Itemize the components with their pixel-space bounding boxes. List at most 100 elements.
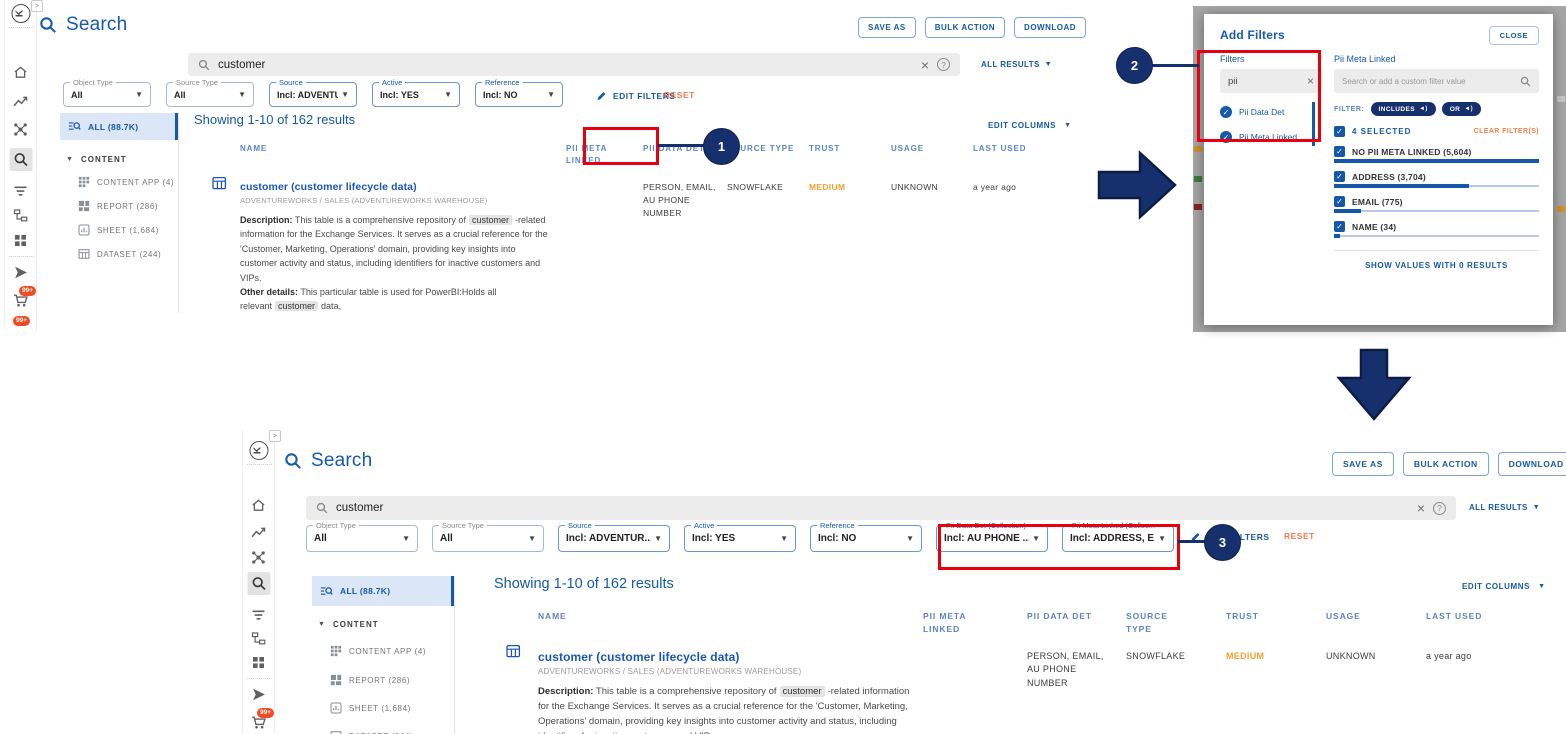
lineage-icon[interactable] <box>13 121 29 137</box>
sidebar-group-content[interactable]: ▼CONTENT <box>318 620 379 629</box>
sidebar-item-report[interactable]: REPORT (286) <box>330 674 410 686</box>
search-icon <box>316 502 328 514</box>
search-icon <box>1520 76 1531 87</box>
search-input[interactable]: customer × ? <box>306 496 1456 520</box>
filter-reference[interactable]: ReferenceIncl: NO▼ <box>475 82 563 107</box>
clear-filters-link[interactable]: CLEAR FILTER(S) <box>1474 128 1539 135</box>
filter-object-type[interactable]: Object TypeAll▼ <box>63 82 151 107</box>
close-button[interactable]: CLOSE <box>1489 26 1539 45</box>
search-nav-icon[interactable] <box>247 572 270 595</box>
step2-connector-line <box>1152 64 1199 67</box>
checkbox-icon[interactable]: ✓ <box>1334 171 1345 182</box>
all-results-dropdown[interactable]: ALL RESULTS▼ <box>1469 503 1540 512</box>
reset-filters-button[interactable]: RESET <box>664 90 695 100</box>
apps-grid-icon[interactable] <box>251 654 267 670</box>
reset-filters-button[interactable]: RESET <box>1284 531 1315 541</box>
apps-grid-icon[interactable] <box>13 232 29 248</box>
results-count: Showing 1-10 of 162 results <box>494 576 674 592</box>
search-icon <box>198 59 210 71</box>
filter-source-type[interactable]: Source TypeAll▼ <box>432 525 544 552</box>
cell-pii-data-det: PERSON, EMAIL, AU PHONE NUMBER <box>643 181 727 314</box>
rail-divider <box>9 256 34 257</box>
column-header-trust: TRUST <box>1226 610 1296 650</box>
result-link[interactable]: customer (customer lifecycle data) <box>240 181 566 193</box>
hierarchy-icon[interactable] <box>251 630 267 646</box>
app-logo: K <box>11 4 30 23</box>
save-as-button[interactable]: SAVE AS <box>858 17 916 38</box>
value-bar <box>1334 235 1539 237</box>
rail-divider <box>9 27 34 28</box>
filter-object-type[interactable]: Object TypeAll▼ <box>306 525 418 552</box>
app-icon-rail: K > 99+ 99+ <box>242 430 275 734</box>
filter-nav-icon[interactable] <box>251 606 267 622</box>
lineage-icon[interactable] <box>251 549 267 565</box>
expand-rail-button[interactable]: > <box>31 0 43 12</box>
search-nav-icon[interactable] <box>9 148 32 171</box>
value-bar <box>1334 210 1539 212</box>
chevron-down-icon: ▼ <box>780 534 788 543</box>
search-input[interactable]: customer × ? <box>188 53 960 76</box>
filter-source-type[interactable]: Source TypeAll▼ <box>166 82 254 107</box>
sidebar-item-all[interactable]: ALL (88.7K) <box>60 113 179 140</box>
sheet-icon <box>78 224 90 236</box>
sidebar-item-report[interactable]: REPORT (286) <box>78 200 158 212</box>
trending-icon[interactable] <box>251 524 267 540</box>
checkbox-icon[interactable]: ✓ <box>1334 221 1345 232</box>
filter-source[interactable]: SourceIncl: ADVENTUR...▼ <box>558 525 670 552</box>
download-button[interactable]: DOWNLOAD <box>1498 452 1566 476</box>
sidebar-item-content-app[interactable]: CONTENT APP (4) <box>78 176 174 188</box>
save-as-button[interactable]: SAVE AS <box>1332 452 1394 476</box>
sidebar-group-content[interactable]: ▼CONTENT <box>66 155 127 164</box>
backdrop-fragment <box>1557 206 1565 212</box>
modal-values-panel: Pii Meta Linked Search or add a custom f… <box>1334 54 1539 270</box>
toggle-icon: ◄) <box>1419 106 1428 112</box>
filter-active[interactable]: ActiveIncl: YES▼ <box>372 82 460 107</box>
filter-nav-icon[interactable] <box>13 182 29 198</box>
sidebar-item-all[interactable]: ALL (88.7K) <box>312 576 455 606</box>
chevron-down-icon: ▼ <box>341 90 349 99</box>
clear-search-icon[interactable]: × <box>1417 501 1425 515</box>
home-icon[interactable] <box>251 497 267 513</box>
or-toggle[interactable]: OR◄) <box>1442 102 1481 116</box>
trending-icon[interactable] <box>13 93 29 109</box>
checkbox-icon[interactable]: ✓ <box>1334 196 1345 207</box>
hierarchy-icon[interactable] <box>13 207 29 223</box>
filter-active[interactable]: ActiveIncl: YES▼ <box>684 525 796 552</box>
step2-badge: 2 <box>1116 47 1153 84</box>
sidebar-item-sheet[interactable]: SHEET (1,684) <box>78 224 159 236</box>
search-list-icon <box>68 120 81 133</box>
includes-toggle[interactable]: INCLUDES◄) <box>1371 102 1436 116</box>
result-path: ADVENTUREWORKS / SALES (ADVENTUREWORKS W… <box>538 667 923 676</box>
clear-search-icon[interactable]: × <box>921 58 929 72</box>
download-button[interactable]: DOWNLOAD <box>1014 17 1086 38</box>
send-icon[interactable] <box>251 686 267 702</box>
column-header-trust: TRUST <box>809 143 879 181</box>
edit-columns-dropdown[interactable]: EDIT COLUMNS▼ <box>988 121 1072 130</box>
send-icon[interactable] <box>13 264 29 280</box>
help-icon[interactable]: ? <box>937 58 950 71</box>
tutorial-composite: K > 99+ 99+ Search SAVE AS BULK ACTION D… <box>0 0 1566 734</box>
expand-rail-button[interactable]: > <box>269 430 281 442</box>
checkbox-icon[interactable]: ✓ <box>1334 146 1345 157</box>
filter-source[interactable]: SourceIncl: ADVENTUR...▼ <box>269 82 357 107</box>
edit-columns-dropdown[interactable]: EDIT COLUMNS▼ <box>1462 582 1546 591</box>
screenshot-search-after: K > 99+ 99+ Search SAVE AS BULK ACTION D… <box>240 430 1566 734</box>
sidebar-item-content-app[interactable]: CONTENT APP (4) <box>330 645 426 657</box>
filter-reference[interactable]: ReferenceIncl: NO▼ <box>810 525 922 552</box>
checkbox-icon[interactable]: ✓ <box>1334 126 1345 137</box>
show-zero-results-link[interactable]: SHOW VALUES WITH 0 RESULTS <box>1334 261 1539 270</box>
home-icon[interactable] <box>13 64 29 80</box>
all-results-dropdown[interactable]: ALL RESULTS▼ <box>981 60 1052 69</box>
bulk-action-button[interactable]: BULK ACTION <box>925 17 1005 38</box>
sidebar-item-dataset[interactable]: DATASET (244) <box>330 730 413 734</box>
result-description: Description: This table is a comprehensi… <box>538 684 923 734</box>
sidebar-item-sheet[interactable]: SHEET (1,684) <box>330 702 411 714</box>
value-search-input[interactable]: Search or add a custom filter value <box>1334 69 1539 93</box>
sidebar-item-dataset[interactable]: DATASET (244) <box>78 248 161 260</box>
modal-title: Add Filters <box>1220 28 1285 42</box>
bulk-action-button[interactable]: BULK ACTION <box>1403 452 1489 476</box>
help-icon[interactable]: ? <box>1433 502 1446 515</box>
result-link[interactable]: customer (customer lifecycle data) <box>538 650 923 664</box>
value-row: ✓NO PII META LINKED (5,604) <box>1334 146 1539 162</box>
value-bar <box>1334 185 1539 187</box>
